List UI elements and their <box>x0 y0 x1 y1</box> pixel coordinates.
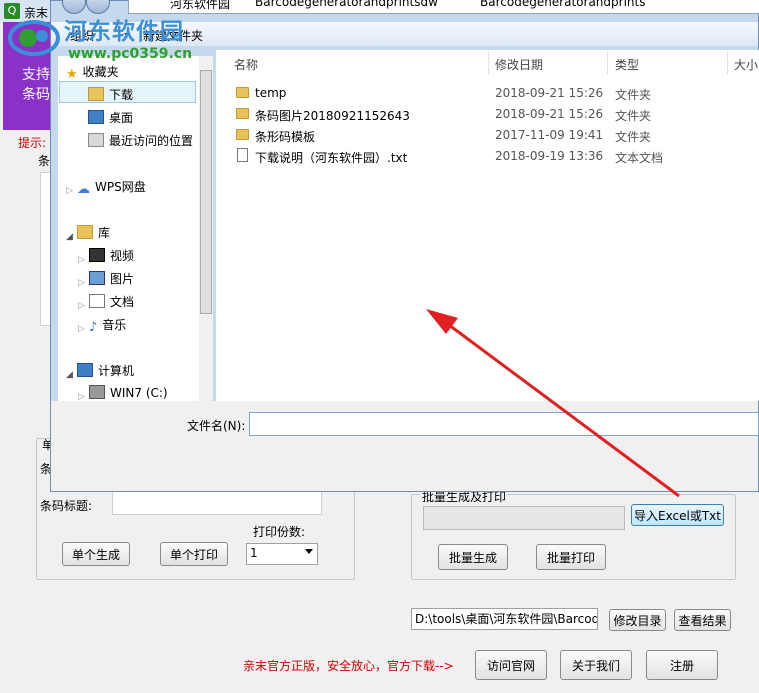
annotation-arrow-head <box>426 309 458 334</box>
watermark-url: www.pc0359.cn <box>68 46 193 62</box>
annotation-arrow <box>426 309 680 498</box>
watermark-logo-icon <box>8 20 60 56</box>
watermark-name: 河东软件园 <box>64 19 184 45</box>
annotation-arrow-shaft <box>444 320 680 498</box>
